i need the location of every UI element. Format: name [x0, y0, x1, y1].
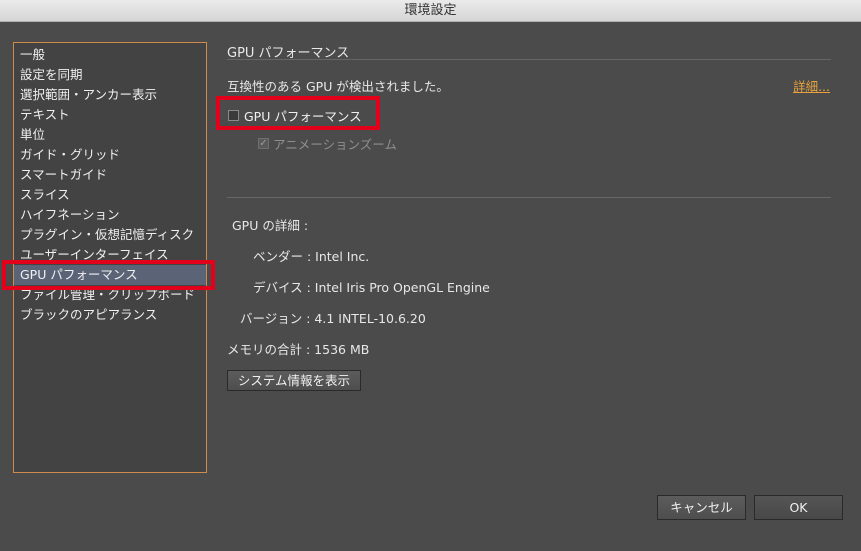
show-system-info-button[interactable]: システム情報を表示 — [227, 370, 361, 391]
sidebar-item-selection-anchor[interactable]: 選択範囲・アンカー表示 — [20, 85, 204, 105]
checkmark-icon[interactable]: ✓ — [258, 138, 269, 149]
divider — [227, 59, 831, 60]
sidebar-item-general[interactable]: 一般 — [20, 45, 204, 65]
details-link[interactable]: 詳細... — [793, 76, 830, 95]
sidebar-item-units[interactable]: 単位 — [20, 125, 204, 145]
gpu-memory: メモリの合計 : 1536 MB — [227, 342, 370, 357]
category-list: 一般 設定を同期 選択範囲・アンカー表示 テキスト 単位 ガイド・グリッド スマ… — [13, 42, 207, 473]
preferences-dialog: 一般 設定を同期 選択範囲・アンカー表示 テキスト 単位 ガイド・グリッド スマ… — [0, 22, 861, 551]
divider — [227, 197, 831, 198]
sidebar-item-gpu-performance[interactable]: GPU パフォーマンス — [14, 265, 206, 285]
gpu-detected-text: 互換性のある GPU が検出されました。 — [227, 79, 449, 94]
sidebar-item-sync-settings[interactable]: 設定を同期 — [20, 65, 204, 85]
sidebar-item-black-appearance[interactable]: ブラックのアピアランス — [20, 305, 204, 325]
sidebar-item-hyphenation[interactable]: ハイフネーション — [20, 205, 204, 225]
gpu-vendor: ベンダー : Intel Inc. — [253, 249, 370, 264]
sidebar-item-guides-grid[interactable]: ガイド・グリッド — [20, 145, 204, 165]
window-title: 環境設定 — [0, 0, 861, 22]
sidebar-item-smart-guides[interactable]: スマートガイド — [20, 165, 204, 185]
gpu-details-heading: GPU の詳細 : — [232, 218, 309, 233]
gpu-device: デバイス : Intel Iris Pro OpenGL Engine — [253, 280, 490, 295]
animated-zoom-label: アニメーションズーム — [273, 137, 397, 152]
sidebar-item-slices[interactable]: スライス — [20, 185, 204, 205]
gpu-version: バージョン : 4.1 INTEL-10.6.20 — [240, 311, 426, 326]
gpu-performance-label: GPU パフォーマンス — [244, 108, 362, 124]
gpu-performance-checkbox[interactable]: GPU パフォーマンス — [228, 105, 362, 125]
cancel-button[interactable]: キャンセル — [657, 495, 746, 520]
sidebar-item-plugins-scratch-disks[interactable]: プラグイン・仮想記憶ディスク — [20, 225, 204, 245]
sidebar-item-user-interface[interactable]: ユーザーインターフェイス — [20, 245, 204, 265]
sidebar-item-text[interactable]: テキスト — [20, 105, 204, 125]
checkbox-box[interactable] — [228, 109, 239, 121]
ok-button[interactable]: OK — [754, 495, 843, 520]
animated-zoom-checkbox[interactable]: ✓ アニメーションズーム — [258, 134, 397, 153]
sidebar-item-file-handling-clipboard[interactable]: ファイル管理・クリップボード — [20, 285, 204, 305]
